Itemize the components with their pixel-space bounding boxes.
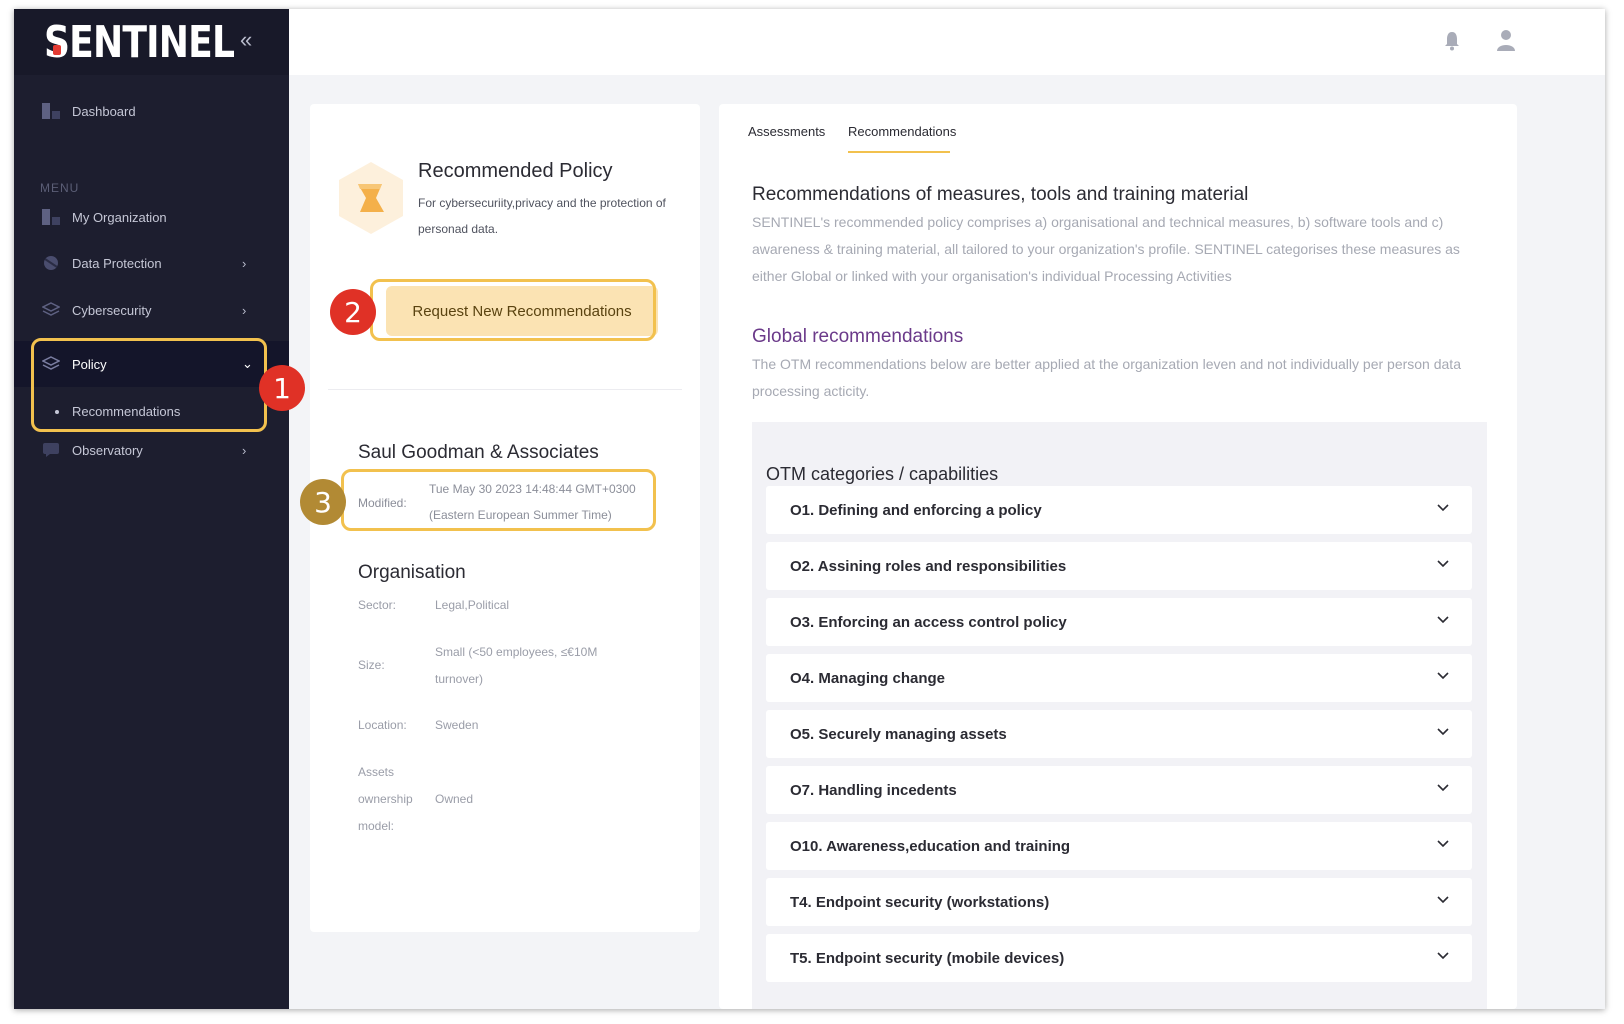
top-header xyxy=(289,9,1605,75)
otm-panel: OTM categories / capabilities O1. Defini… xyxy=(752,422,1487,1009)
otm-accordion-item[interactable]: O2. Assining roles and responsibilities xyxy=(766,542,1472,590)
location-value: Sweden xyxy=(435,718,479,732)
sidebar-item-my-organization[interactable]: My Organization xyxy=(14,197,289,237)
organization-name: Saul Goodman & Associates xyxy=(358,442,599,463)
chevron-down-icon xyxy=(1437,896,1449,904)
global-recommendations-title: Global recommendations xyxy=(752,326,964,347)
chevron-down-icon xyxy=(1437,672,1449,680)
assets-ownership-label: Assets ownership model: xyxy=(358,765,413,833)
sidebar: SENTINEL « Dashboard MENU My Organizatio… xyxy=(14,9,289,1009)
highlight-request-button xyxy=(370,279,656,341)
otm-item-label: T5. Endpoint security (mobile devices) xyxy=(790,949,1065,967)
chevron-down-icon xyxy=(1437,784,1449,792)
size-value: Small (<50 employees, ≤€10M turnover) xyxy=(435,645,598,686)
otm-accordion-item[interactable]: O10. Awareness,education and training xyxy=(766,822,1472,870)
sidebar-item-label: Cybersecurity xyxy=(72,302,152,318)
policy-scroll-icon xyxy=(339,162,403,234)
logo-bar: SENTINEL « xyxy=(14,9,289,75)
location-label: Location: xyxy=(358,718,407,732)
otm-item-label: O4. Managing change xyxy=(790,669,946,687)
otm-accordion-item[interactable]: T5. Endpoint security (mobile devices) xyxy=(766,934,1472,982)
logo-mark-icon xyxy=(53,45,61,55)
sidebar-item-observatory[interactable]: Observatory › xyxy=(14,430,289,470)
tab-recommendations[interactable]: Recommendations xyxy=(848,124,956,139)
otm-accordion-item[interactable]: O7. Handling incedents xyxy=(766,766,1472,814)
organisation-section-title: Organisation xyxy=(358,562,466,583)
otm-item-label: O1. Defining and enforcing a policy xyxy=(790,501,1042,519)
sidebar-item-label: Data Protection xyxy=(72,255,162,271)
otm-item-label: O3. Enforcing an access control policy xyxy=(790,613,1067,631)
chevron-down-icon xyxy=(1437,616,1449,624)
bell-icon[interactable] xyxy=(1444,31,1460,51)
chevron-down-icon xyxy=(1437,504,1449,512)
assets-ownership-value: Owned xyxy=(435,792,474,806)
otm-accordion-item[interactable]: O4. Managing change xyxy=(766,654,1472,702)
recommendations-description: SENTINEL's recommended policy comprises … xyxy=(752,214,1460,284)
otm-categories-title: OTM categories / capabilities xyxy=(766,464,999,484)
otm-accordion-item[interactable]: O5. Securely managing assets xyxy=(766,710,1472,758)
chevron-down-icon xyxy=(1437,728,1449,736)
divider xyxy=(328,389,682,390)
otm-item-label: T4. Endpoint security (workstations) xyxy=(790,893,1050,911)
user-icon[interactable] xyxy=(1496,29,1516,51)
recommended-policy-title: Recommended Policy xyxy=(418,160,613,182)
otm-accordion-item[interactable]: O1. Defining and enforcing a policy xyxy=(766,486,1472,534)
chevron-right-icon: › xyxy=(242,255,247,271)
step-badge-1: 1 xyxy=(259,365,305,411)
active-tab-indicator xyxy=(848,151,950,153)
size-label: Size: xyxy=(358,658,385,672)
sector-value: Legal,Political xyxy=(435,598,510,612)
data-protection-icon xyxy=(44,256,58,270)
dashboard-icon xyxy=(42,103,60,119)
otm-item-label: O5. Securely managing assets xyxy=(790,725,1007,743)
chevron-down-icon xyxy=(1437,840,1449,848)
otm-accordion-item[interactable]: T4. Endpoint security (workstations) xyxy=(766,878,1472,926)
sidebar-item-data-protection[interactable]: Data Protection › xyxy=(14,243,289,283)
chevron-right-icon: › xyxy=(242,302,247,318)
sector-label: Sector: xyxy=(358,598,397,612)
chevron-down-icon xyxy=(1437,560,1449,568)
recommendations-card: Assessments Recommendations Recommendati… xyxy=(719,104,1517,1009)
sidebar-item-label: Observatory xyxy=(72,442,143,458)
chevron-down-icon xyxy=(1437,952,1449,960)
menu-section-label: MENU xyxy=(40,181,80,195)
tab-assessments[interactable]: Assessments xyxy=(748,124,825,139)
collapse-sidebar-icon[interactable]: « xyxy=(240,27,252,53)
step-badge-3: 3 xyxy=(300,479,346,525)
recommendations-title: Recommendations of measures, tools and t… xyxy=(752,184,1249,205)
step-badge-2: 2 xyxy=(330,289,376,335)
recommended-policy-subtitle: For cybersecuriity,privacy and the prote… xyxy=(418,196,666,236)
global-recommendations-description: The OTM recommendations below are better… xyxy=(752,356,1461,399)
otm-item-label: O10. Awareness,education and training xyxy=(790,837,1071,855)
sidebar-item-label: Dashboard xyxy=(72,103,136,119)
cybersecurity-icon xyxy=(42,302,60,316)
highlight-policy-menu xyxy=(31,338,267,432)
app-logo: SENTINEL xyxy=(44,17,235,68)
observatory-icon xyxy=(43,443,59,457)
otm-item-label: O7. Handling incedents xyxy=(790,781,957,799)
app-window: SENTINEL « Dashboard MENU My Organizatio… xyxy=(14,9,1605,1009)
sidebar-item-label: My Organization xyxy=(72,209,167,225)
highlight-modified-date xyxy=(341,469,656,531)
chevron-right-icon: › xyxy=(242,442,247,458)
otm-item-label: O2. Assining roles and responsibilities xyxy=(790,557,1067,575)
sidebar-item-dashboard[interactable]: Dashboard xyxy=(14,91,289,131)
organization-icon xyxy=(42,209,60,225)
sidebar-item-cybersecurity[interactable]: Cybersecurity › xyxy=(14,290,289,330)
otm-accordion-item[interactable]: O3. Enforcing an access control policy xyxy=(766,598,1472,646)
